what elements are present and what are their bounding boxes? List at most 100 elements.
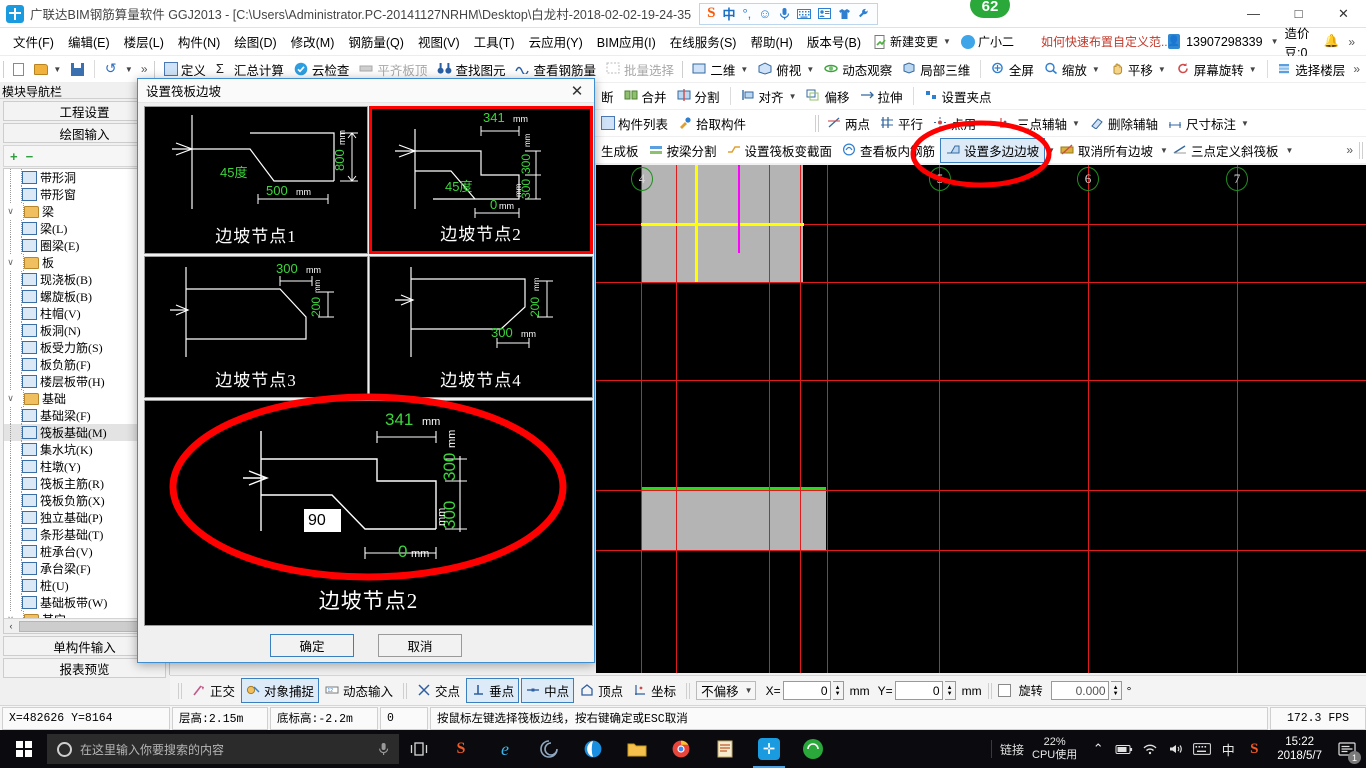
taskbar-app-spiral[interactable]: [527, 730, 571, 768]
cancel-all-slopes-button[interactable]: 取消所有边坡: [1055, 139, 1158, 162]
axis-bubble[interactable]: 4: [631, 167, 653, 191]
ortho-toggle[interactable]: 正交: [188, 679, 239, 702]
scroll-left-arrow-icon[interactable]: ‹: [4, 621, 18, 631]
snap-intersection-toggle[interactable]: 交点: [413, 679, 464, 702]
cad-drawing-area[interactable]: 4 5 6 7: [596, 165, 1366, 673]
menu-item-tools[interactable]: 工具(T): [467, 29, 522, 54]
x-stepper[interactable]: ▲ ▼: [832, 681, 844, 700]
tray-sogou-icon[interactable]: S: [1241, 730, 1267, 768]
pick-component-button[interactable]: 拾取构件: [673, 112, 751, 135]
menu-item-modify[interactable]: 修改(M): [284, 29, 342, 54]
new-change-button[interactable]: 新建变更 ▼: [868, 31, 956, 52]
standard-toolbar-overflow[interactable]: »: [138, 62, 151, 76]
account-phone[interactable]: 13907298339: [1186, 35, 1262, 49]
account-chevron-down-icon[interactable]: ▼: [1271, 37, 1279, 46]
zoom-button[interactable]: 缩放 ▼: [1039, 58, 1105, 81]
sogou-logo-icon[interactable]: S: [707, 6, 715, 21]
component-list-button[interactable]: 构件列表: [596, 112, 673, 135]
tray-keyboard-icon[interactable]: [1189, 730, 1215, 768]
taskbar-app-notes[interactable]: [703, 730, 747, 768]
bell-icon[interactable]: 🔔: [1324, 34, 1340, 49]
ime-keyboard-icon[interactable]: [796, 8, 811, 19]
open-file-button[interactable]: ▼: [29, 62, 66, 77]
merge-button[interactable]: 合并: [619, 85, 672, 108]
toolbar-grip-2[interactable]: [153, 60, 156, 78]
fullscreen-button[interactable]: 全屏: [986, 58, 1039, 81]
tree-expander-icon[interactable]: ∨: [4, 257, 17, 268]
top-view-button[interactable]: 俯视 ▼: [753, 58, 819, 81]
slope-option-node2[interactable]: 341 mm 300 mm 300 mm 45度 0 mm 边坡节点2: [369, 106, 593, 254]
local-3d-button[interactable]: 局部三维: [897, 58, 975, 81]
ime-emoji-icon[interactable]: ☺: [758, 7, 771, 20]
tree-expander-icon[interactable]: ∨: [4, 206, 17, 217]
menu-item-file[interactable]: 文件(F): [6, 29, 61, 54]
menu-item-bim[interactable]: BIM应用(I): [590, 29, 663, 54]
ime-card-icon[interactable]: [817, 8, 831, 19]
y-stepper[interactable]: ▲ ▼: [944, 681, 956, 700]
raft-slope-dialog[interactable]: 设置筏板边坡 ✕ 45度 800 mm 500 mm 边坡节点1 341 mm …: [137, 78, 595, 663]
dialog-close-icon[interactable]: ✕: [564, 80, 590, 102]
taskbar-app-chrome[interactable]: [659, 730, 703, 768]
three-point-axis-button[interactable]: 三点辅轴 ▼: [994, 112, 1085, 135]
toolbar-grip-4[interactable]: [815, 114, 820, 132]
x-input[interactable]: 0: [782, 681, 831, 700]
select-floor-button[interactable]: 选择楼层: [1272, 58, 1350, 81]
slope-option-node1[interactable]: 45度 800 mm 500 mm 边坡节点1: [144, 106, 368, 254]
screen-rotate-button[interactable]: 屏幕旋转 ▼: [1171, 58, 1262, 81]
taskbar-app-edge[interactable]: e: [483, 730, 527, 768]
split-by-beam-button[interactable]: 按梁分割: [644, 139, 722, 162]
view-slab-rebar-button[interactable]: 查看板内钢筋: [837, 139, 940, 162]
promo-link[interactable]: 如何快速布置自定义范..: [1041, 33, 1168, 50]
generate-slab-button[interactable]: 生成板: [596, 139, 644, 162]
expand-all-icon[interactable]: +: [10, 150, 18, 163]
ime-skin-icon[interactable]: [838, 8, 851, 20]
stretch-button[interactable]: 拉伸: [855, 85, 908, 108]
cancel-button[interactable]: 取消: [378, 633, 462, 657]
snap-coordinate-toggle[interactable]: 坐标: [629, 679, 680, 702]
point-use-button[interactable]: 点用 ▼: [928, 112, 994, 135]
menu-item-edit[interactable]: 编辑(E): [61, 29, 117, 54]
toolbar-grip-5[interactable]: [1359, 141, 1363, 159]
notification-center-button[interactable]: 1: [1332, 730, 1362, 768]
delete-axis-button[interactable]: 删除辅轴: [1085, 112, 1163, 135]
mic-icon[interactable]: [378, 742, 389, 756]
rotate-stepper[interactable]: ▲ ▼: [1110, 681, 1122, 700]
menu-item-floor[interactable]: 楼层(L): [117, 29, 171, 54]
start-button[interactable]: [0, 730, 47, 768]
toolbar-grip-3[interactable]: [681, 60, 685, 78]
sloped-raft-chevron-down-icon[interactable]: ▼: [1285, 146, 1293, 155]
tray-expand-chevron-up-icon[interactable]: ⌃: [1085, 730, 1111, 768]
offset-mode-chevron-down-icon[interactable]: ▼: [745, 686, 753, 695]
rotate-checkbox[interactable]: [997, 684, 1011, 697]
snap-vertex-toggle[interactable]: 顶点: [576, 679, 627, 702]
coins-label[interactable]: 造价豆:0: [1284, 23, 1317, 61]
snap-midpoint-toggle[interactable]: 中点: [521, 678, 575, 703]
menu-item-draw[interactable]: 绘图(D): [227, 29, 283, 54]
offset-mode-select[interactable]: 不偏移 ▼: [696, 681, 756, 700]
pan-button[interactable]: 平移 ▼: [1105, 58, 1171, 81]
offset-button[interactable]: 偏移: [801, 85, 854, 108]
set-raft-section-button[interactable]: 设置筏板变截面: [722, 139, 838, 162]
slope-option-node3[interactable]: 300 mm 200 mm 边坡节点3: [144, 256, 368, 398]
axis-bubble[interactable]: 5: [929, 167, 951, 191]
snap-perpendicular-toggle[interactable]: 垂点: [466, 678, 520, 703]
slope-pre[interactable]: 341 mm 300 mm 300 mm 0 mm 90 边坡节点2: [144, 400, 593, 626]
break-button[interactable]: 断: [596, 85, 619, 108]
menu-item-online[interactable]: 在线服务(S): [663, 29, 744, 54]
view-toolbar-overflow[interactable]: »: [1350, 62, 1366, 76]
toolbar-grip[interactable]: [3, 60, 6, 78]
ime-tools-icon[interactable]: [858, 8, 870, 20]
slope-angle-input[interactable]: 90: [304, 509, 341, 532]
parallel-button[interactable]: 平行: [875, 112, 928, 135]
scrollbar-thumb[interactable]: [19, 620, 150, 632]
taskbar-app-browser[interactable]: [571, 730, 615, 768]
new-file-button[interactable]: [8, 61, 29, 78]
menu-item-cloud[interactable]: 云应用(Y): [522, 29, 590, 54]
axis-bubble[interactable]: 6: [1077, 167, 1099, 191]
volume-icon[interactable]: [1163, 730, 1189, 768]
y-input[interactable]: 0: [894, 681, 943, 700]
new-change-chevron-down-icon[interactable]: ▼: [943, 37, 951, 46]
slope-option-node4[interactable]: 300 mm 200 mm 边坡节点4: [369, 256, 593, 398]
axis-bubble[interactable]: 7: [1226, 167, 1248, 191]
three-point-sloped-raft-button[interactable]: 三点定义斜筏板: [1168, 139, 1284, 162]
